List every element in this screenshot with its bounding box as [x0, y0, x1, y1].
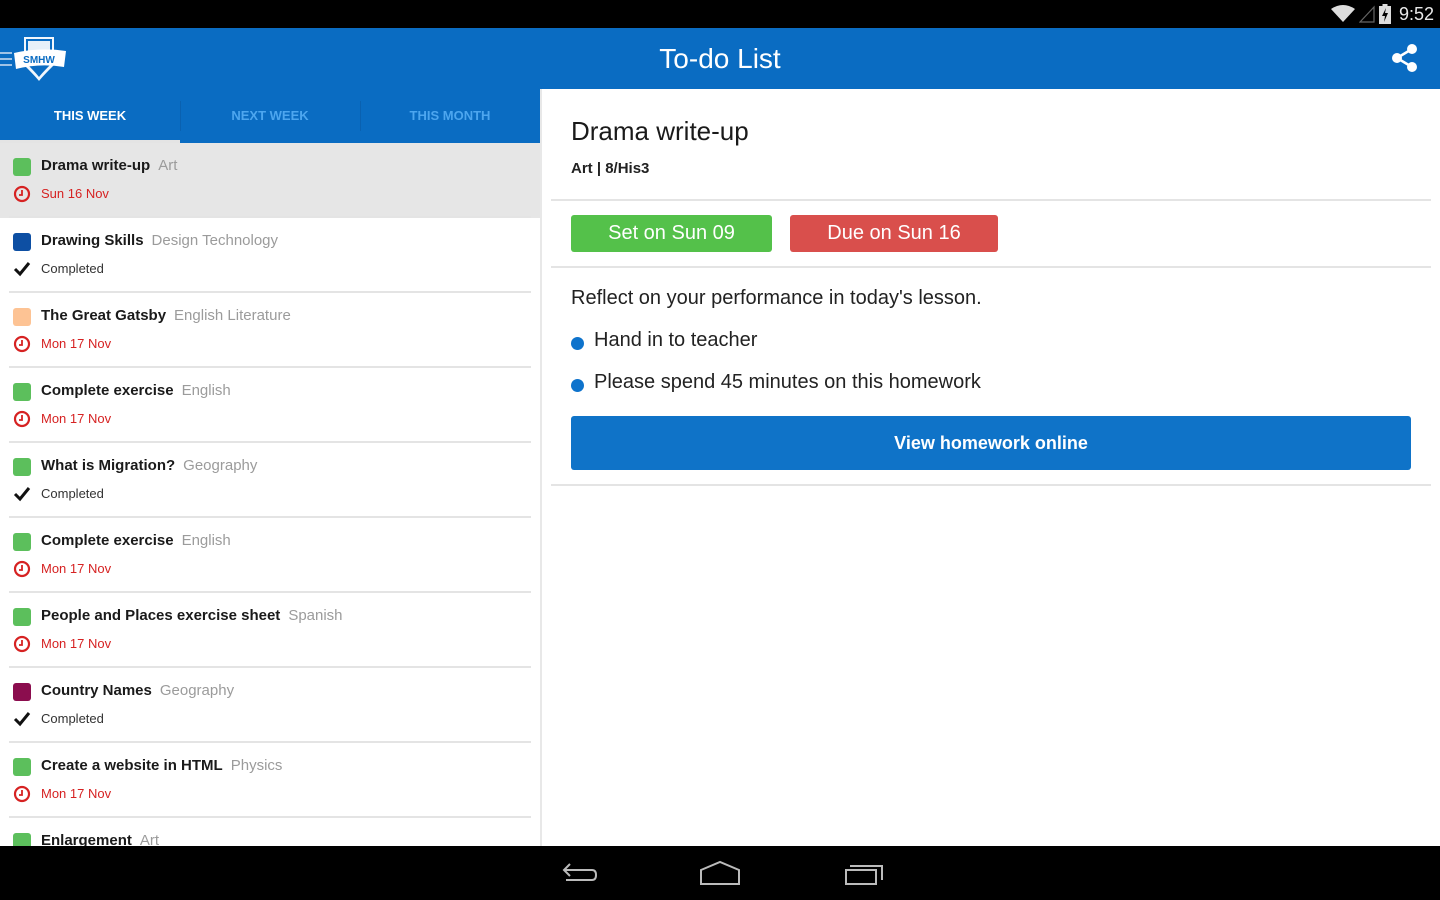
divider	[551, 266, 1431, 268]
tab-bar: THIS WEEK NEXT WEEK THIS MONTH	[0, 89, 540, 143]
divider	[551, 484, 1431, 486]
item-subject: Geography	[183, 457, 258, 474]
share-icon[interactable]	[1388, 42, 1420, 74]
view-homework-online-button[interactable]: View homework online	[571, 416, 1411, 470]
wifi-icon	[1330, 5, 1355, 22]
item-title-text: Complete exercise	[41, 532, 174, 549]
detail-description: Reflect on your performance in today's l…	[571, 287, 982, 309]
item-subject: Design Technology	[151, 232, 279, 249]
item-title: Create a website in HTML Physics	[41, 757, 282, 774]
item-subject: Art	[158, 157, 178, 174]
item-subject: Physics	[230, 757, 283, 774]
subject-color-swatch	[13, 383, 31, 401]
detail-bullet: Please spend 45 minutes on this homework	[571, 371, 981, 394]
back-icon[interactable]	[554, 858, 598, 888]
list-item[interactable]: Complete exercise English Mon 17 Nov	[0, 518, 540, 593]
recents-icon[interactable]	[843, 858, 887, 888]
item-title-text: People and Places exercise sheet	[41, 607, 281, 624]
list-item[interactable]: Enlargement Art	[0, 818, 540, 846]
list-item[interactable]: Drama write-up Art Sun 16 Nov	[0, 143, 540, 218]
item-title-text: Create a website in HTML	[41, 757, 223, 774]
item-title: Complete exercise English	[41, 532, 231, 549]
item-status: Mon 17 Nov	[41, 411, 112, 426]
list-item[interactable]: Drawing Skills Design Technology Completed	[0, 218, 540, 293]
item-status: Mon 17 Nov	[41, 561, 112, 576]
checkmark-icon	[13, 487, 31, 502]
subject-color-swatch	[13, 608, 31, 626]
clock-icon	[13, 635, 31, 653]
item-status: Mon 17 Nov	[41, 786, 112, 801]
subject-color-swatch	[13, 458, 31, 476]
due-date-badge: Due on Sun 16 Nov	[790, 215, 998, 281]
item-subject: English	[181, 382, 231, 399]
item-title: Country Names Geography	[41, 682, 234, 699]
item-title-text: Country Names	[41, 682, 152, 699]
item-title: Drama write-up Art	[41, 157, 177, 174]
item-title: What is Migration? Geography	[41, 457, 257, 474]
item-title-text: Drawing Skills	[41, 232, 144, 249]
list-item[interactable]: Create a website in HTML Physics Mon 17 No…	[0, 743, 540, 818]
list-item[interactable]: The Great Gatsby English Literature Mon 17…	[0, 293, 540, 368]
item-title: Complete exercise English	[41, 382, 231, 399]
home-icon[interactable]	[698, 858, 742, 888]
item-status: Completed	[41, 711, 104, 726]
tab-this-month[interactable]: THIS MONTH	[360, 89, 540, 143]
item-status: Mon 17 Nov	[41, 636, 112, 651]
clock-icon	[13, 785, 31, 803]
list-item[interactable]: Complete exercise English Mon 17 Nov	[0, 368, 540, 443]
detail-bullet: Hand in to teacher	[571, 329, 757, 352]
signal-icon	[1358, 5, 1375, 23]
item-status: Completed	[41, 261, 104, 276]
item-title: Enlargement Art	[41, 832, 159, 846]
item-subject: Art	[139, 832, 160, 846]
clock-icon	[13, 410, 31, 428]
item-subject: English	[181, 532, 231, 549]
status-bar: 9:52	[0, 0, 1440, 28]
item-title: People and Places exercise sheet Spanish	[41, 607, 343, 624]
page-title: To-do List	[659, 43, 781, 74]
subject-color-swatch	[13, 833, 31, 846]
clock-icon	[13, 560, 31, 578]
tab-this-week[interactable]: THIS WEEK	[0, 89, 180, 143]
item-status: Sun 16 Nov	[41, 186, 109, 201]
tab-next-week[interactable]: NEXT WEEK	[180, 89, 360, 143]
subject-color-swatch	[13, 683, 31, 701]
set-date-badge: Set on Sun 09 Nov	[571, 215, 772, 281]
clock-icon	[13, 185, 31, 203]
item-title: The Great Gatsby English Literature	[41, 307, 291, 324]
item-title-text: The Great Gatsby	[41, 307, 167, 324]
subject-color-swatch	[13, 158, 31, 176]
item-subject: Spanish	[288, 607, 343, 624]
divider	[551, 199, 1431, 201]
item-title-text: Drama write-up	[41, 157, 151, 174]
list-item[interactable]: What is Migration? Geography Completed	[0, 443, 540, 518]
item-title-text: Complete exercise	[41, 382, 174, 399]
homework-detail: Drama write-up Art | 8/His3 Set on Sun 0…	[542, 89, 1440, 846]
list-item[interactable]: Country Names Geography Completed	[0, 668, 540, 743]
homework-list[interactable]: Drama write-up Art Sun 16 Nov Drawing Skill…	[0, 143, 540, 846]
item-title-text: Enlargement	[41, 832, 132, 846]
item-status: Mon 17 Nov	[41, 336, 112, 351]
subject-color-swatch	[13, 758, 31, 776]
list-item[interactable]: People and Places exercise sheet Spanish M…	[0, 593, 540, 668]
item-subject: English Literature	[174, 307, 291, 324]
subject-color-swatch	[13, 308, 31, 326]
item-title: Drawing Skills Design Technology	[41, 232, 278, 249]
item-status: Completed	[41, 486, 104, 501]
subject-color-swatch	[13, 233, 31, 251]
checkmark-icon	[13, 712, 31, 727]
checkmark-icon	[13, 262, 31, 277]
item-title-text: What is Migration?	[41, 457, 176, 474]
battery-charging-icon	[1378, 4, 1391, 24]
item-subject: Geography	[159, 682, 235, 699]
subject-color-swatch	[13, 533, 31, 551]
detail-title: Drama write-up	[571, 116, 749, 146]
detail-subtitle: Art | 8/His3	[571, 160, 650, 177]
clock: 9:52	[1398, 3, 1434, 24]
system-nav-bar	[0, 846, 1440, 900]
app-bar: SMHW To-do List	[0, 28, 1440, 89]
clock-icon	[13, 335, 31, 353]
